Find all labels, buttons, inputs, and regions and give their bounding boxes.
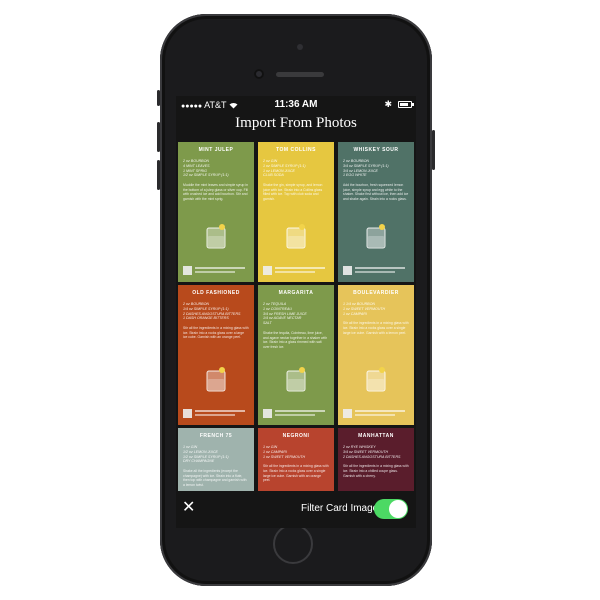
card-title: FRENCH 75 <box>199 433 233 439</box>
cocktail-glass-icon <box>206 367 226 392</box>
recipe-card[interactable]: MARGARITA 2 oz TEQUILA 1 oz COINTREAU 3/4 o… <box>258 285 334 425</box>
card-title: OLD FASHIONED <box>192 290 240 296</box>
card-footer-line <box>275 410 325 412</box>
card-footer-line <box>195 271 235 273</box>
bluetooth-icon: ✱ <box>384 99 392 109</box>
bottom-toolbar: ✕ Filter Card Images <box>176 491 416 528</box>
home-button[interactable] <box>273 524 313 564</box>
filter-card-images-label: Filter Card Images <box>301 503 384 514</box>
card-footer-line <box>275 267 325 269</box>
cocktail-glass-icon <box>206 224 226 249</box>
recipe-card[interactable]: WHISKEY SOUR 2 oz BOURBON 3/4 oz SIMPLE SY… <box>338 142 414 282</box>
recipe-card[interactable]: FRENCH 75 1 oz GIN 1/2 oz LEMON JUICE 1/2 o… <box>178 428 254 491</box>
volume-up-button <box>157 122 160 152</box>
volume-down-button <box>157 160 160 190</box>
card-footer-line <box>355 410 405 412</box>
card-grid[interactable]: MINT JULEP 2 oz BOURBON 4 MINT LEAVES 1 MIN… <box>178 142 414 491</box>
card-description: Shake all the ingredients (except the ch… <box>183 469 247 487</box>
card-title: MINT JULEP <box>198 147 234 153</box>
card-title: WHISKEY SOUR <box>353 147 399 153</box>
card-ingredient: 1/2 oz SIMPLE SYRUP (1:1) <box>183 173 229 178</box>
cocktail-glass-icon <box>366 224 386 249</box>
card-footer-line <box>195 410 245 412</box>
card-ingredient: 1 EGG WHITE <box>343 173 367 178</box>
card-description: Add the bourbon, fresh squeezed lemon ju… <box>343 183 409 201</box>
card-ingredient: SALT <box>263 321 272 326</box>
recipe-card[interactable]: OLD FASHIONED 2 oz BOURBON 1/4 oz SIMPLE S… <box>178 285 254 425</box>
recipe-card[interactable]: TOM COLLINS 2 oz GIN 1 oz SIMPLE SYRUP (1:… <box>258 142 334 282</box>
card-footer-line <box>195 267 245 269</box>
page-title: Import From Photos <box>235 115 357 131</box>
qr-code-icon <box>343 266 352 275</box>
status-time: 11:36 AM <box>274 99 318 110</box>
card-title: BOULEVARDIER <box>353 290 399 296</box>
recipe-card[interactable]: MANHATTAN 2 oz RYE WHISKEY 3/4 oz SWEET VE… <box>338 428 414 491</box>
card-footer-line <box>355 271 395 273</box>
recipe-card[interactable]: BOULEVARDIER 1 1/4 oz BOURBON 1 oz SWEET V… <box>338 285 414 425</box>
cocktail-glass-icon <box>286 367 306 392</box>
card-footer-line <box>355 267 405 269</box>
card-ingredient: 2 DASHES ANGOSTURA BITTERS <box>343 454 401 459</box>
cocktail-glass-icon <box>366 367 386 392</box>
qr-code-icon <box>263 409 272 418</box>
battery-icon <box>398 101 414 108</box>
earpiece-speaker <box>276 72 324 77</box>
card-description: Stir all the ingredients in a mixing gla… <box>343 321 409 335</box>
card-footer-line <box>355 414 395 416</box>
qr-code-icon <box>263 266 272 275</box>
cocktail-glass-icon <box>286 224 306 249</box>
card-title: NEGRONI <box>282 433 310 439</box>
mute-switch <box>157 90 160 106</box>
app-screen: ●●●●● AT&T 11:36 AM ✱ Import From Photos… <box>176 96 416 528</box>
card-ingredient: 1 oz CAMPARI <box>343 311 367 316</box>
card-description: Stir all the ingredients in a mixing gla… <box>183 326 249 340</box>
card-description: Stir all the ingredients in a mixing gla… <box>263 464 329 483</box>
card-description: Muddle the mint leaves and simple syrup … <box>183 183 249 201</box>
card-title: MANHATTAN <box>358 433 394 439</box>
close-icon[interactable]: ✕ <box>182 500 195 516</box>
card-description: Stir all the ingredients in a mixing gla… <box>343 464 409 478</box>
power-button <box>432 130 435 170</box>
card-description: Shake the gin, simple syrup, and lemon j… <box>263 183 323 201</box>
front-sensor <box>297 44 303 50</box>
recipe-card[interactable]: NEGRONI 1 oz GIN 1 oz CAMPARI 1 oz SWEET VE… <box>258 428 334 491</box>
front-camera <box>254 69 264 79</box>
qr-code-icon <box>183 409 192 418</box>
toggle-knob[interactable] <box>389 500 407 518</box>
card-footer-line <box>275 271 315 273</box>
status-bar: ●●●●● AT&T 11:36 AM ✱ <box>176 96 416 114</box>
card-description: Shake the tequila, Cointreau, lime juice… <box>263 330 328 349</box>
card-ingredient: CLUB SODA <box>263 173 284 178</box>
card-footer-line <box>275 414 315 416</box>
card-ingredient: DRY CHAMPAGNE <box>183 459 215 464</box>
qr-code-icon <box>183 266 192 275</box>
card-ingredient: 1 DASH ORANGE BITTERS <box>183 316 229 321</box>
card-title: TOM COLLINS <box>276 147 316 153</box>
card-title: MARGARITA <box>278 290 314 296</box>
recipe-card[interactable]: MINT JULEP 2 oz BOURBON 4 MINT LEAVES 1 MIN… <box>178 142 254 282</box>
qr-code-icon <box>343 409 352 418</box>
card-ingredient: 1 oz SWEET VERMOUTH <box>263 454 306 459</box>
filter-card-images-toggle[interactable] <box>374 499 408 519</box>
card-footer-line <box>195 414 235 416</box>
